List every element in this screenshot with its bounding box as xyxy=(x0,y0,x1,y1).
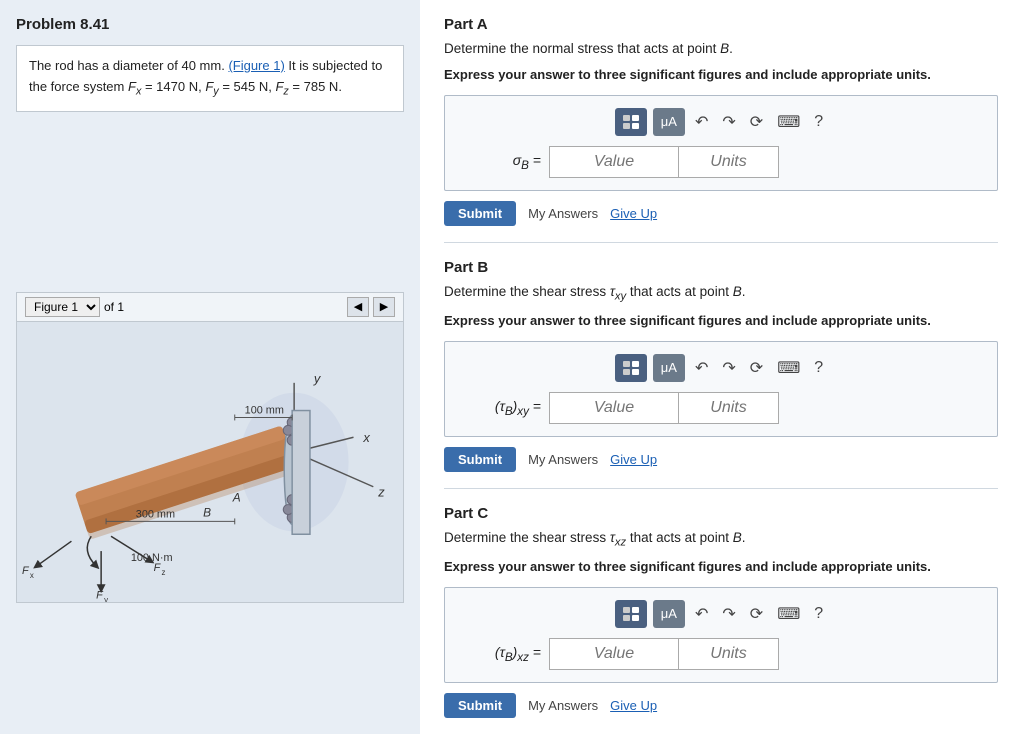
part-b-help-button[interactable]: ? xyxy=(810,357,827,379)
part-b-toolbar: μA ↶ ↷ ⟳ ⌨ ? xyxy=(461,354,981,382)
part-b-mu-button[interactable]: μA xyxy=(653,354,685,382)
part-b-submit-button[interactable]: Submit xyxy=(444,447,516,472)
figure-prev-button[interactable]: ◀ xyxy=(347,297,369,317)
svg-text:z: z xyxy=(377,484,385,499)
part-b-action-row: Submit My Answers Give Up xyxy=(444,447,998,472)
part-a-give-up-link[interactable]: Give Up xyxy=(610,206,657,221)
svg-text:A: A xyxy=(232,490,241,504)
part-c-toolbar: μA ↶ ↷ ⟳ ⌨ ? xyxy=(461,600,981,628)
figure-header: Figure 1 of 1 ◀ ▶ xyxy=(17,293,403,322)
part-b-give-up-link[interactable]: Give Up xyxy=(610,452,657,467)
part-c-grid-button[interactable] xyxy=(615,600,647,628)
svg-text:x: x xyxy=(362,430,370,445)
part-a-section: Part A Determine the normal stress that … xyxy=(444,16,998,226)
svg-text:100 mm: 100 mm xyxy=(245,404,284,416)
part-b-label: (τB)xy = xyxy=(461,398,541,418)
part-b-units-input[interactable] xyxy=(679,392,779,424)
part-a-redo-button[interactable]: ↷ xyxy=(718,110,739,134)
figure-next-button[interactable]: ▶ xyxy=(373,297,395,317)
part-b-instruction: Express your answer to three significant… xyxy=(444,311,998,331)
part-b-undo-button[interactable]: ↶ xyxy=(691,356,712,380)
figure-svg: y x z xyxy=(17,322,403,602)
part-a-keyboard-button[interactable]: ⌨ xyxy=(773,110,804,134)
divider-bc xyxy=(444,488,998,489)
svg-text:x: x xyxy=(30,571,34,580)
part-c-label: (τB)xz = xyxy=(461,644,541,664)
figure-of-label: of 1 xyxy=(104,300,124,314)
part-c-instruction: Express your answer to three significant… xyxy=(444,557,998,577)
svg-text:y: y xyxy=(104,595,108,601)
part-a-description: Determine the normal stress that acts at… xyxy=(444,39,998,59)
part-a-instruction: Express your answer to three significant… xyxy=(444,65,998,85)
part-a-toolbar: μA ↶ ↷ ⟳ ⌨ ? xyxy=(461,108,981,136)
left-panel: Problem 8.41 The rod has a diameter of 4… xyxy=(0,0,420,734)
part-c-input-row: (τB)xz = xyxy=(461,638,981,670)
part-c-my-answers-label: My Answers xyxy=(528,698,598,713)
part-a-value-input[interactable] xyxy=(549,146,679,178)
figure-link[interactable]: (Figure 1) xyxy=(228,58,284,73)
divider-ab xyxy=(444,242,998,243)
svg-text:z: z xyxy=(162,568,166,577)
figure-container: Figure 1 of 1 ◀ ▶ y x z xyxy=(16,292,404,603)
part-a-mu-button[interactable]: μA xyxy=(653,108,685,136)
part-b-grid-button[interactable] xyxy=(615,354,647,382)
part-b-title: Part B xyxy=(444,259,998,276)
part-b-keyboard-button[interactable]: ⌨ xyxy=(773,356,804,380)
problem-statement: The rod has a diameter of 40 mm. (Figure… xyxy=(16,45,404,112)
part-c-give-up-link[interactable]: Give Up xyxy=(610,698,657,713)
part-b-value-input[interactable] xyxy=(549,392,679,424)
part-a-action-row: Submit My Answers Give Up xyxy=(444,201,998,226)
part-c-units-input[interactable] xyxy=(679,638,779,670)
part-c-answer-box: μA ↶ ↷ ⟳ ⌨ ? (τB)xz = xyxy=(444,587,998,683)
part-b-answer-box: μA ↶ ↷ ⟳ ⌨ ? (τB)xy = xyxy=(444,341,998,437)
part-c-value-input[interactable] xyxy=(549,638,679,670)
part-a-label: σB = xyxy=(461,152,541,172)
part-c-description: Determine the shear stress τxz that acts… xyxy=(444,528,998,552)
part-a-undo-button[interactable]: ↶ xyxy=(691,110,712,134)
part-c-undo-button[interactable]: ↶ xyxy=(691,602,712,626)
part-b-description: Determine the shear stress τxy that acts… xyxy=(444,282,998,306)
part-c-title: Part C xyxy=(444,505,998,522)
part-b-redo-button[interactable]: ↷ xyxy=(718,356,739,380)
part-a-answer-box: μA ↶ ↷ ⟳ ⌨ ? σB = xyxy=(444,95,998,191)
part-c-section: Part C Determine the shear stress τxz th… xyxy=(444,505,998,718)
figure-select[interactable]: Figure 1 xyxy=(25,297,100,317)
part-a-title: Part A xyxy=(444,16,998,33)
part-a-units-input[interactable] xyxy=(679,146,779,178)
part-b-section: Part B Determine the shear stress τxy th… xyxy=(444,259,998,472)
part-c-mu-button[interactable]: μA xyxy=(653,600,685,628)
part-c-redo-button[interactable]: ↷ xyxy=(718,602,739,626)
part-a-grid-button[interactable] xyxy=(615,108,647,136)
part-a-refresh-button[interactable]: ⟳ xyxy=(746,110,767,134)
part-b-refresh-button[interactable]: ⟳ xyxy=(746,356,767,380)
figure-body: y x z xyxy=(17,322,403,602)
part-c-help-button[interactable]: ? xyxy=(810,603,827,625)
part-c-submit-button[interactable]: Submit xyxy=(444,693,516,718)
right-panel: Part A Determine the normal stress that … xyxy=(420,0,1022,734)
part-c-refresh-button[interactable]: ⟳ xyxy=(746,602,767,626)
part-c-keyboard-button[interactable]: ⌨ xyxy=(773,602,804,626)
svg-text:100 N·m: 100 N·m xyxy=(131,552,173,564)
part-b-my-answers-label: My Answers xyxy=(528,452,598,467)
part-a-input-row: σB = xyxy=(461,146,981,178)
part-a-submit-button[interactable]: Submit xyxy=(444,201,516,226)
part-a-my-answers-label: My Answers xyxy=(528,206,598,221)
svg-text:B: B xyxy=(203,505,211,519)
part-c-action-row: Submit My Answers Give Up xyxy=(444,693,998,718)
part-b-input-row: (τB)xy = xyxy=(461,392,981,424)
part-a-help-button[interactable]: ? xyxy=(810,111,827,133)
problem-text-1: The rod has a diameter of 40 mm. xyxy=(29,58,225,73)
problem-title: Problem 8.41 xyxy=(16,16,404,33)
svg-text:300 mm: 300 mm xyxy=(136,508,175,520)
